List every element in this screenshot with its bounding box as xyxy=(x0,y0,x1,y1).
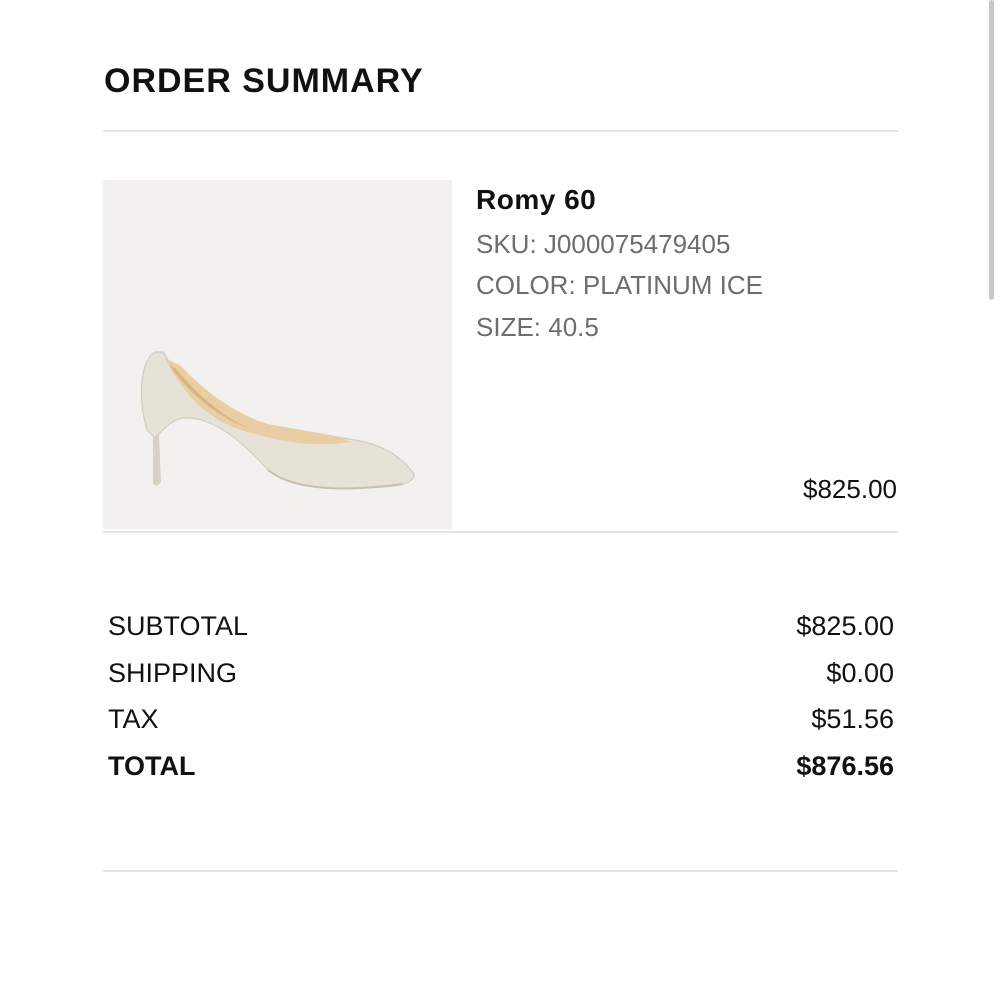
scrollbar[interactable] xyxy=(989,0,994,300)
shipping-value: $0.00 xyxy=(826,657,894,688)
total-row: TOTAL $876.56 xyxy=(108,749,894,796)
divider-bottom xyxy=(103,870,898,872)
shipping-label: SHIPPING xyxy=(108,657,238,688)
subtotal-value: $825.00 xyxy=(796,611,894,641)
tax-row: TAX $51.56 xyxy=(108,702,894,749)
total-label: TOTAL xyxy=(108,750,196,781)
total-value: $876.56 xyxy=(796,750,894,781)
product-image xyxy=(103,180,452,529)
tax-value: $51.56 xyxy=(811,704,894,734)
product-name[interactable]: Romy 60 xyxy=(476,184,596,216)
subtotal-label: SUBTOTAL xyxy=(108,611,249,641)
shoe-icon xyxy=(140,351,415,490)
shipping-row: SHIPPING $0.00 xyxy=(108,656,894,703)
order-totals: SUBTOTAL $825.00 SHIPPING $0.00 TAX $51.… xyxy=(108,609,894,795)
divider-middle xyxy=(103,531,898,533)
order-summary-page: ORDER SUMMARY Romy 60 SKU: J000075479405… xyxy=(0,0,1000,1000)
subtotal-row: SUBTOTAL $825.00 xyxy=(108,609,894,656)
divider-top xyxy=(103,130,898,132)
product-price: $825.00 xyxy=(803,474,897,504)
product-color: COLOR: PLATINUM ICE xyxy=(476,270,764,300)
product-sku: SKU: J000075479405 xyxy=(476,229,731,259)
tax-label: TAX xyxy=(108,704,159,734)
page-title: ORDER SUMMARY xyxy=(104,62,424,100)
product-size: SIZE: 40.5 xyxy=(476,312,599,342)
